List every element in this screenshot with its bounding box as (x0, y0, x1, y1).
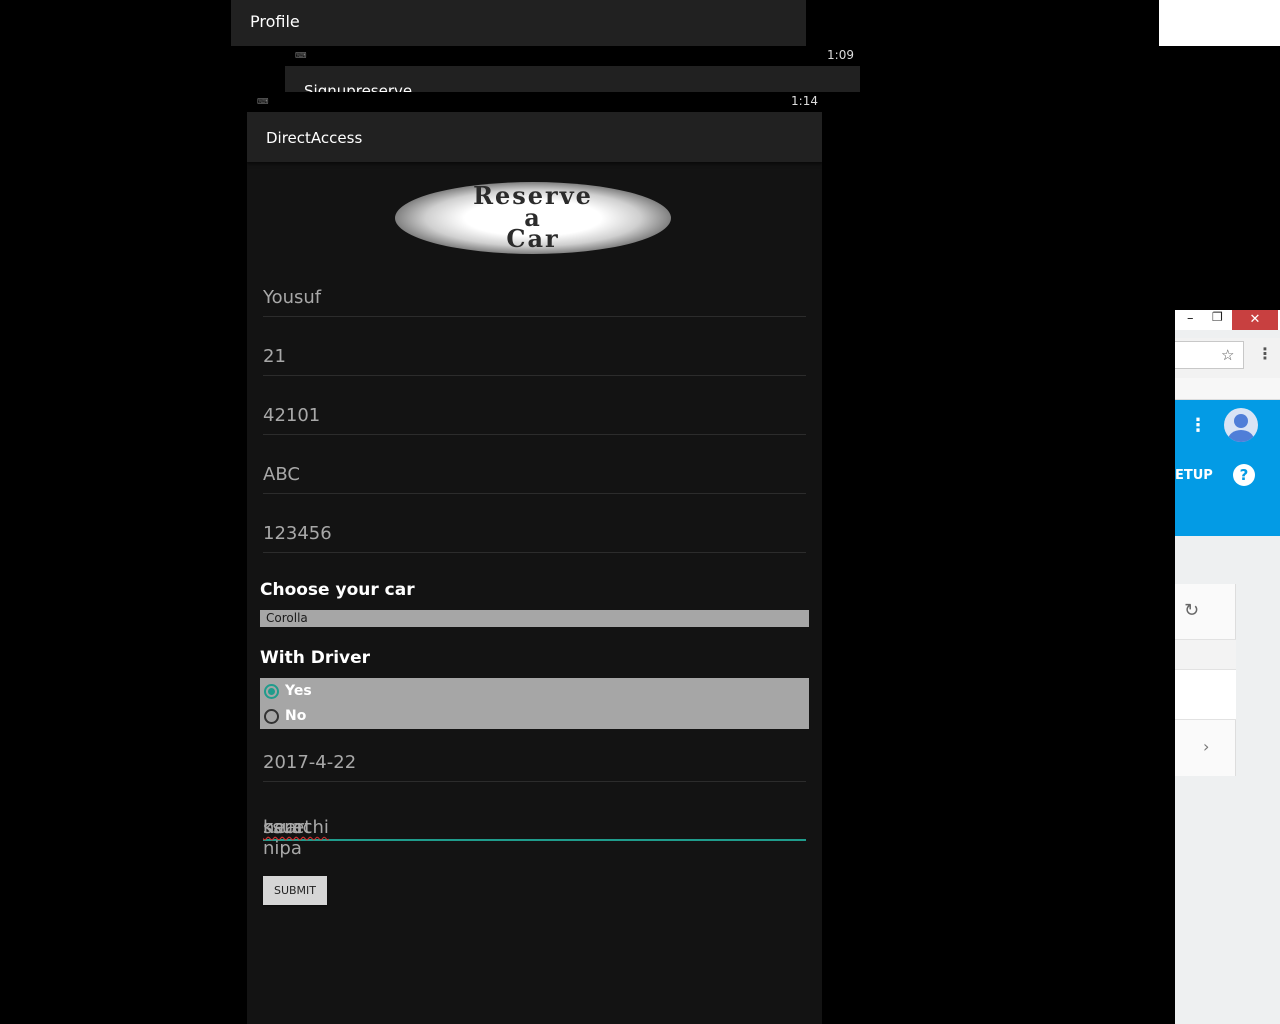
postal-code-value: 42101 (263, 405, 321, 426)
direct-access-window: DirectAccess Reserve a Car Yousuf 21 421… (247, 112, 822, 1024)
minimize-icon[interactable]: – (1187, 311, 1194, 326)
postal-code-field[interactable]: 42101 (263, 399, 806, 435)
card-row (1175, 670, 1236, 720)
reserve-a-car-logo: Reserve a Car (395, 182, 671, 254)
refresh-icon[interactable]: ↻ (1184, 600, 1199, 621)
driver-radio-group: Yes No (260, 678, 809, 729)
status-time: 1:14 (791, 94, 818, 108)
restore-icon[interactable]: ❐ (1212, 310, 1223, 324)
age-value: 21 (263, 346, 286, 367)
address-bar[interactable]: ☆ (1175, 341, 1244, 369)
signup-window-title: Signupreserve (304, 82, 413, 92)
app-title: DirectAccess (266, 129, 363, 147)
logo-line-3: Car (506, 224, 560, 253)
signup-status-bar: ⌨ 1:09 (285, 46, 860, 66)
car-spinner[interactable]: Corolla (260, 610, 809, 627)
profile-window-titlebar: Profile (231, 0, 806, 46)
browser-menu-icon[interactable]: ⋮ (1257, 344, 1273, 363)
number-value: 123456 (263, 523, 332, 544)
name-value: Yousuf (263, 287, 322, 308)
web-app-header: ⋮ ETUP ? (1175, 400, 1280, 536)
close-icon[interactable]: ✕ (1232, 310, 1278, 330)
keyboard-icon: ⌨ (257, 97, 269, 106)
signup-status-time: 1:09 (827, 48, 854, 62)
date-value: 2017-4-22 (263, 752, 357, 773)
keyboard-icon: ⌨ (295, 51, 307, 60)
address-rest: near nipa (263, 817, 304, 859)
choose-car-label: Choose your car (260, 580, 415, 600)
radio-unchecked-icon (264, 709, 279, 724)
star-icon[interactable]: ☆ (1221, 346, 1234, 364)
browser-window: – ❐ ✕ ☆ ⋮ ⋮ ETUP ? ↻ › (1175, 310, 1280, 1024)
radio-checked-icon (264, 684, 279, 699)
browser-toolbar: ☆ ⋮ (1175, 338, 1280, 378)
white-panel (1159, 0, 1280, 46)
help-icon[interactable]: ? (1233, 464, 1255, 486)
web-card: ↻ › (1175, 584, 1236, 776)
action-bar: DirectAccess (247, 112, 822, 162)
submit-button[interactable]: SUBMIT (263, 876, 327, 905)
more-vert-icon[interactable]: ⋮ (1189, 415, 1207, 436)
text-field[interactable]: ABC (263, 458, 806, 494)
signup-window-titlebar: Signupreserve (285, 66, 860, 92)
driver-no-label: No (285, 708, 307, 724)
number-field[interactable]: 123456 (263, 517, 806, 553)
driver-yes-label: Yes (285, 683, 312, 699)
card-row-refresh: ↻ (1175, 584, 1236, 640)
card-row (1175, 640, 1236, 670)
address-field[interactable]: karachi ssuet near nipa (263, 805, 806, 859)
profile-window-title: Profile (250, 12, 300, 31)
status-bar: ⌨ 1:14 (247, 92, 822, 112)
setup-link[interactable]: ETUP (1175, 468, 1213, 483)
chevron-right-icon[interactable]: › (1203, 737, 1209, 756)
date-field[interactable]: 2017-4-22 (263, 746, 806, 782)
bookmarks-bar (1175, 378, 1280, 400)
text-field-value: ABC (263, 464, 300, 485)
with-driver-label: With Driver (260, 648, 371, 668)
browser-titlebar: – ❐ ✕ (1175, 310, 1280, 330)
name-field[interactable]: Yousuf (263, 281, 806, 317)
car-spinner-value: Corolla (266, 611, 308, 625)
age-field[interactable]: 21 (263, 340, 806, 376)
avatar[interactable] (1224, 408, 1258, 442)
